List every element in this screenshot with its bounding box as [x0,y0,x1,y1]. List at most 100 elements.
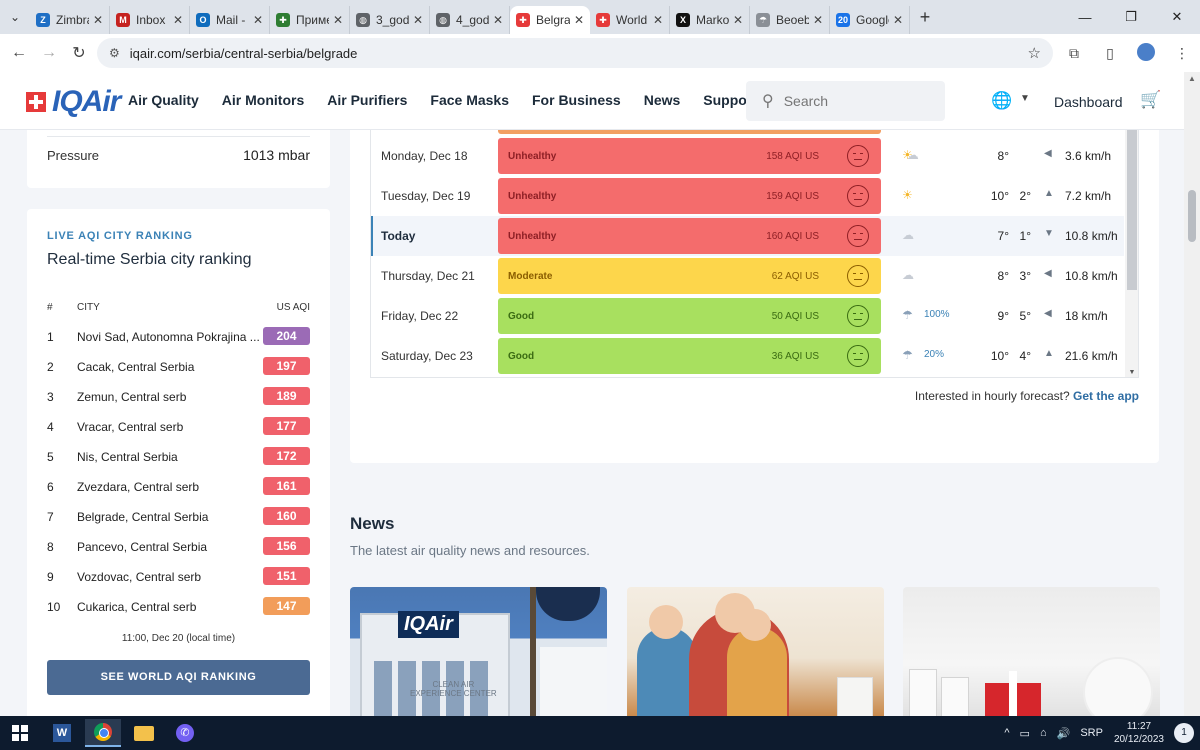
bookmark-star-icon[interactable]: ☆ [1028,44,1041,62]
rank-city[interactable]: Nis, Central Serbia [77,450,262,464]
side-panel-icon[interactable]: ▯ [1092,45,1128,62]
news-card-iqair-building[interactable]: IQAir CLEAN AIR EXPERIENCE CENTER [350,587,607,716]
viber-icon: ✆ [176,724,194,742]
url-field[interactable]: ⚙ iqair.com/serbia/central-serbia/belgra… [97,38,1053,68]
nav-item[interactable]: Air Quality [128,92,199,108]
network-icon[interactable]: ⌂ [1040,727,1047,739]
ranking-row[interactable]: 9 Vozdovac, Central serb 151 [47,567,310,587]
language-indicator[interactable]: SRP [1080,727,1103,739]
scroll-down-icon[interactable]: ▼ [1125,369,1138,376]
rank-city[interactable]: Zemun, Central serb [77,390,262,404]
back-arrow-icon[interactable]: ← [4,44,34,62]
minimize-icon[interactable]: — [1062,10,1108,25]
news-card-purifiers[interactable] [903,587,1160,716]
search-box[interactable]: ⚲ [746,81,945,121]
taskbar-viber[interactable]: ✆ [167,719,203,747]
nav-item[interactable]: Face Masks [430,92,509,108]
browser-menu-icon[interactable]: ⋮ [1164,45,1200,62]
tab-close-icon[interactable]: ✕ [893,13,903,27]
iqair-logo[interactable]: IQAir [26,87,121,117]
tab-close-icon[interactable]: ✕ [813,13,823,27]
tab-close-icon[interactable]: ✕ [253,13,263,27]
tab-favicon-icon: X [676,13,690,27]
ranking-row[interactable]: 7 Belgrade, Central Serbia 160 [47,507,310,527]
tab-close-icon[interactable]: ✕ [493,13,503,27]
rank-city[interactable]: Belgrade, Central Serbia [77,510,262,524]
globe-icon[interactable]: 🌐 [991,91,1012,111]
extensions-icon[interactable]: ⧉ [1056,45,1092,62]
battery-icon[interactable]: ▭ [1020,727,1030,740]
rank-city[interactable]: Vracar, Central serb [77,420,262,434]
chevron-down-icon[interactable]: ▼ [1020,93,1030,104]
rank-city[interactable]: Vozdovac, Central serb [77,570,262,584]
col-num: # [47,302,53,313]
notification-badge[interactable]: 1 [1174,723,1194,743]
dashboard-link[interactable]: Dashboard [1054,94,1123,110]
browser-tab[interactable]: ✚ Belgra ✕ [510,6,590,34]
nav-item[interactable]: News [644,92,681,108]
ranking-row[interactable]: 8 Pancevo, Central Serbia 156 [47,537,310,557]
rank-city[interactable]: Pancevo, Central Serbia [77,540,262,554]
ranking-row[interactable]: 10 Cukarica, Central serb 147 [47,597,310,617]
browser-tab[interactable]: ✚ World ✕ [590,6,670,34]
windows-start-icon[interactable] [12,725,28,741]
nav-item[interactable]: Air Monitors [222,92,304,108]
tab-close-icon[interactable]: ✕ [333,13,343,27]
tab-search-chevron-icon[interactable]: ⌄ [0,0,30,34]
browser-tab[interactable]: O Mail - ✕ [190,6,270,34]
tab-close-icon[interactable]: ✕ [653,13,663,27]
taskbar-chrome[interactable] [85,719,121,747]
close-window-icon[interactable]: ✕ [1154,9,1200,25]
forecast-scroll-thumb[interactable] [1127,130,1137,290]
taskbar-explorer[interactable] [126,719,162,747]
browser-tab[interactable]: 20 Google ✕ [830,6,910,34]
ranking-row[interactable]: 3 Zemun, Central serb 189 [47,387,310,407]
rank-city[interactable]: Cacak, Central Serbia [77,360,262,374]
tab-close-icon[interactable]: ✕ [173,13,183,27]
nav-item[interactable]: For Business [532,92,621,108]
scrollbar-thumb[interactable] [1188,190,1196,242]
browser-tab[interactable]: X Marko ✕ [670,6,750,34]
site-info-icon[interactable]: ⚙ [109,46,120,60]
tab-close-icon[interactable]: ✕ [93,13,103,27]
tray-chevron-icon[interactable]: ^ [1004,727,1009,739]
taskbar-word[interactable]: W [44,719,80,747]
aqi-value: 36 AQI US [771,351,819,362]
profile-avatar[interactable] [1128,42,1164,64]
cart-icon[interactable]: 🛒 [1140,90,1161,110]
reload-icon[interactable]: ↻ [64,43,94,63]
see-world-ranking-button[interactable]: SEE WORLD AQI RANKING [47,660,310,695]
ranking-row[interactable]: 2 Cacak, Central Serbia 197 [47,357,310,377]
page-scrollbar[interactable]: ▲ [1184,72,1200,716]
rank-city[interactable]: Cukarica, Central serb [77,600,262,614]
nav-item[interactable]: Air Purifiers [327,92,407,108]
browser-tab[interactable]: ☂ Веоеb ✕ [750,6,830,34]
forward-arrow-icon[interactable]: → [34,44,64,62]
tab-close-icon[interactable]: ✕ [413,13,423,27]
clock[interactable]: 11:27 20/12/2023 [1114,720,1164,746]
ranking-row[interactable]: 6 Zvezdara, Central serb 161 [47,477,310,497]
toolbar-actions: ⧉ ▯ ⋮ [1056,34,1200,72]
volume-icon[interactable]: 🔊 [1057,727,1071,740]
restore-icon[interactable]: ❐ [1108,9,1154,25]
search-input[interactable] [783,93,924,109]
ranking-row[interactable]: 5 Nis, Central Serbia 172 [47,447,310,467]
tab-close-icon[interactable]: ✕ [733,13,743,27]
rank-city[interactable]: Zvezdara, Central serb [77,480,262,494]
browser-tab[interactable]: Z Zimbra ✕ [30,6,110,34]
get-the-app-link[interactable]: Get the app [1073,389,1139,403]
forecast-scrollbar[interactable]: ▼ [1125,130,1138,377]
browser-tab[interactable]: ✚ Приме ✕ [270,6,350,34]
search-icon: ⚲ [762,93,774,110]
new-tab-button[interactable]: + [910,7,940,28]
ranking-row[interactable]: 4 Vracar, Central serb 177 [47,417,310,437]
browser-tab[interactable]: ◍ 4_godi ✕ [430,6,510,34]
rank-number: 5 [47,450,54,464]
news-card-family[interactable] [627,587,884,716]
browser-tab[interactable]: M Inbox - ✕ [110,6,190,34]
ranking-row[interactable]: 1 Novi Sad, Autonomna Pokrajina ... 204 [47,327,310,347]
scroll-up-icon[interactable]: ▲ [1184,74,1200,83]
rank-city[interactable]: Novi Sad, Autonomna Pokrajina ... [77,330,262,344]
tab-close-icon[interactable]: ✕ [574,13,584,27]
browser-tab[interactable]: ◍ 3_godi ✕ [350,6,430,34]
